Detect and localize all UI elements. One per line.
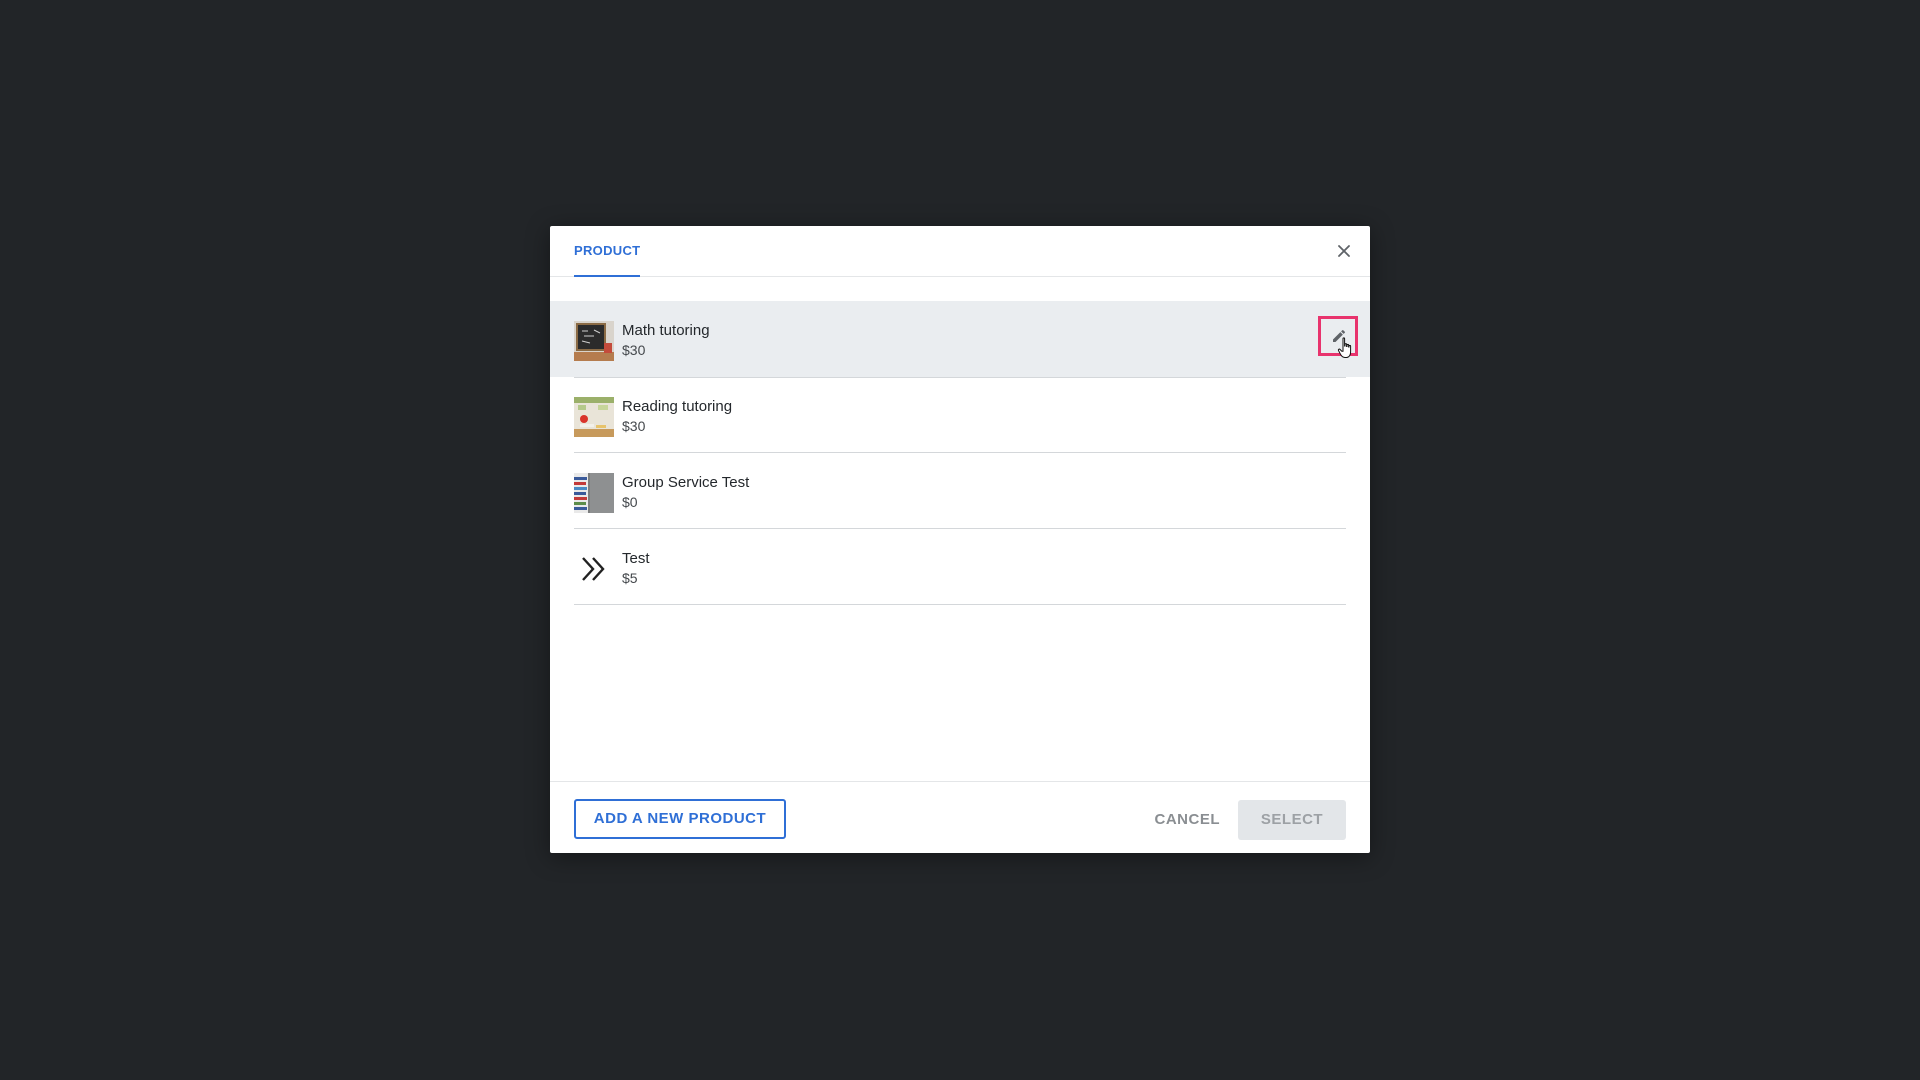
- product-thumbnail-classroom: [574, 397, 614, 437]
- product-item-math-tutoring[interactable]: Math tutoring $30: [550, 301, 1370, 377]
- product-thumbnail-chalkboard: [574, 321, 614, 361]
- product-item-reading-tutoring[interactable]: Reading tutoring $30: [550, 377, 1370, 453]
- product-name: Reading tutoring: [622, 398, 733, 415]
- product-price: $0: [622, 494, 638, 510]
- select-button[interactable]: SELECT: [1238, 800, 1346, 840]
- double-chevron-right-icon: [574, 549, 614, 589]
- hand-cursor-icon: [1337, 337, 1352, 358]
- row-divider: [574, 604, 1346, 605]
- product-item-group-service-test[interactable]: Group Service Test $0: [550, 453, 1370, 529]
- product-name: Math tutoring: [622, 322, 710, 339]
- row-divider: [574, 377, 1346, 378]
- product-dialog: PRODUCT Math tutoring $30 Reading tutori…: [550, 226, 1370, 853]
- edit-product-button[interactable]: [1318, 316, 1358, 358]
- cancel-button[interactable]: CANCEL: [1155, 800, 1221, 840]
- tab-product[interactable]: PRODUCT: [574, 226, 641, 277]
- product-thumbnail-books: [574, 473, 614, 513]
- dialog-header: PRODUCT: [550, 226, 1370, 277]
- close-icon: [1338, 245, 1350, 257]
- product-list: Math tutoring $30 Reading tutoring $30 G…: [550, 301, 1370, 605]
- add-new-product-button[interactable]: ADD A NEW PRODUCT: [574, 799, 786, 839]
- close-button[interactable]: [1334, 241, 1354, 261]
- dialog-footer: ADD A NEW PRODUCT CANCEL SELECT: [550, 781, 1370, 853]
- product-price: $30: [622, 418, 646, 434]
- product-price: $30: [622, 342, 646, 358]
- product-name: Group Service Test: [622, 474, 750, 491]
- product-item-test[interactable]: Test $5: [550, 529, 1370, 605]
- product-name: Test: [622, 550, 650, 567]
- product-price: $5: [622, 570, 638, 586]
